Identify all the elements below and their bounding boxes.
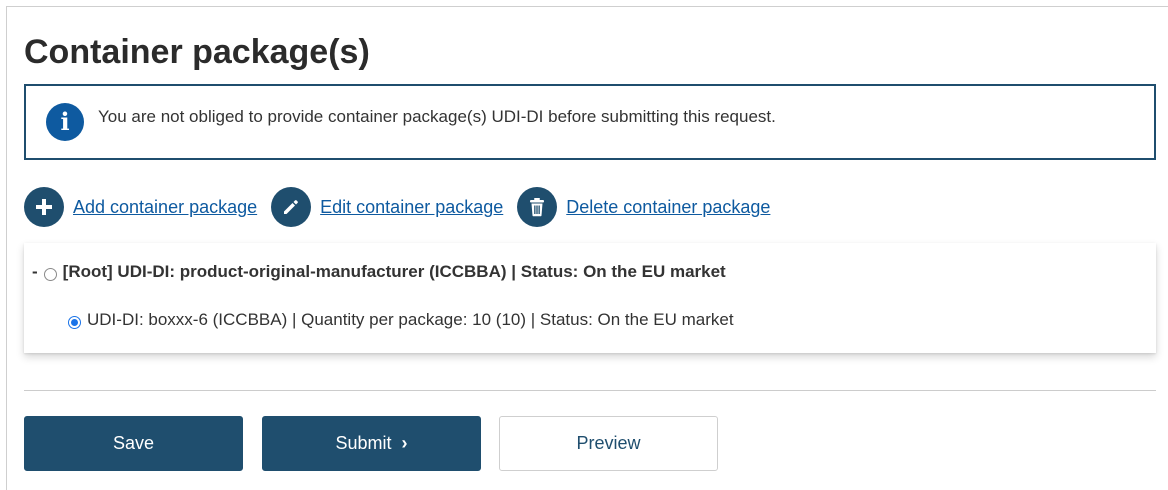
pencil-icon[interactable]	[271, 187, 312, 227]
package-actions: Add container package Edit container pac…	[24, 186, 784, 228]
save-button[interactable]: Save	[24, 416, 243, 471]
edit-container-package-link[interactable]: Edit container package	[320, 196, 503, 218]
tree-root-label[interactable]: [Root] UDI-DI: product-original-manufact…	[63, 261, 726, 283]
package-tree: - [Root] UDI-DI: product-original-manufa…	[24, 243, 1156, 353]
submit-button[interactable]: Submit ›	[262, 416, 481, 471]
preview-button-label: Preview	[576, 433, 641, 453]
add-container-package-link[interactable]: Add container package	[73, 196, 257, 218]
child-radio[interactable]	[68, 315, 81, 329]
info-banner-text: You are not obliged to provide container…	[98, 107, 776, 126]
delete-container-package-link[interactable]: Delete container package	[566, 196, 770, 218]
delete-container-package-action[interactable]: Delete container package	[517, 187, 770, 227]
collapse-toggle[interactable]: -	[32, 261, 38, 283]
info-banner: i You are not obliged to provide contain…	[24, 84, 1156, 160]
chevron-right-icon: ›	[401, 433, 408, 453]
submit-button-label: Submit	[335, 433, 392, 453]
edit-container-package-action[interactable]: Edit container package	[271, 187, 503, 227]
root-radio[interactable]	[43, 267, 57, 281]
tree-child-label[interactable]: UDI-DI: boxxx-6 (ICCBBA) | Quantity per …	[87, 309, 734, 331]
tree-child-row: UDI-DI: boxxx-6 (ICCBBA) | Quantity per …	[68, 309, 734, 331]
preview-button[interactable]: Preview	[499, 416, 718, 471]
tree-root-row: - [Root] UDI-DI: product-original-manufa…	[32, 261, 726, 283]
add-container-package-action[interactable]: Add container package	[24, 187, 257, 227]
section-title: Container package(s)	[24, 33, 370, 71]
save-button-label: Save	[112, 433, 155, 453]
section-divider	[24, 390, 1156, 391]
info-icon: i	[46, 103, 84, 141]
plus-icon[interactable]	[24, 187, 64, 227]
trash-icon[interactable]	[517, 187, 558, 227]
